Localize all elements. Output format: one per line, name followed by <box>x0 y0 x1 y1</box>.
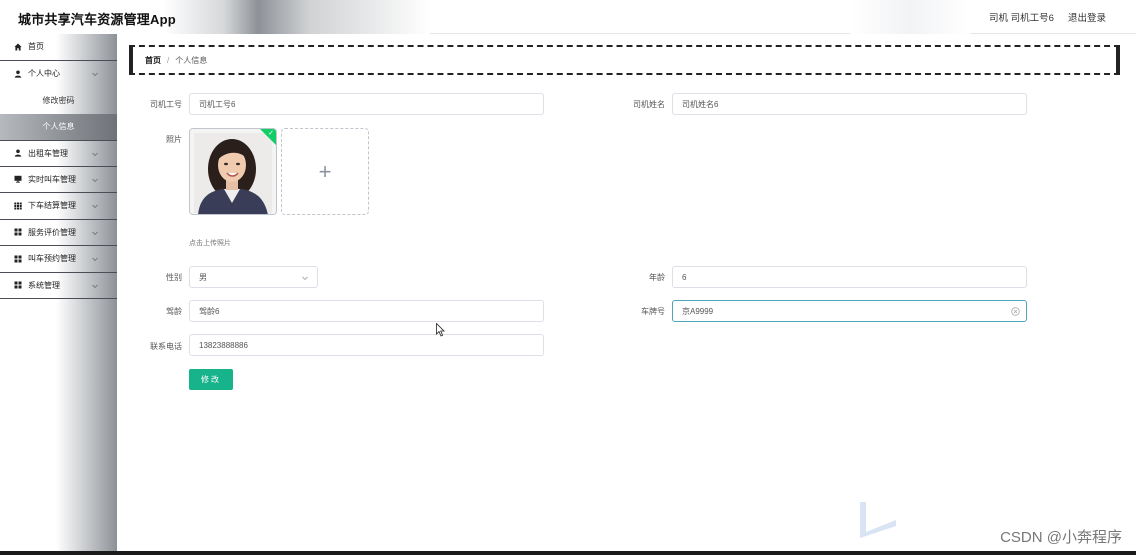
sidebar-item-label: 出租车管理 <box>28 148 68 158</box>
top-header: 城市共享汽车资源管理App 司机 司机工号6 退出登录 <box>0 0 1136 34</box>
check-icon: ✓ <box>268 130 274 137</box>
csdn-watermark: CSDN @小奔程序 <box>1000 529 1122 546</box>
clear-icon[interactable] <box>1011 307 1020 316</box>
header-gradient-right <box>850 0 970 34</box>
upload-tip: 点击上传照片 <box>189 240 231 247</box>
breadcrumb-home[interactable]: 首页 <box>145 55 161 66</box>
chevron-down-icon <box>91 255 99 263</box>
gender-label: 性别 <box>166 273 182 282</box>
sidebar-item-label: 系统管理 <box>28 280 60 290</box>
chevron-down-icon <box>91 70 99 78</box>
age-input[interactable]: 6 <box>672 266 1027 288</box>
sidebar-item-label: 下车结算管理 <box>28 201 76 211</box>
chevron-down-icon <box>91 229 99 237</box>
sidebar-item-personal-center[interactable]: 个人中心 <box>0 61 117 88</box>
gender-select-value: 男 <box>199 272 207 282</box>
sidebar-item-taxi[interactable]: 出租车管理 <box>0 140 117 167</box>
plate-input-value: 京A9999 <box>682 306 714 316</box>
sidebar-item-system[interactable]: 系统管理 <box>0 273 117 299</box>
sidebar-item-booking[interactable]: 叫车预约管理 <box>0 246 117 273</box>
mouse-cursor-icon <box>436 323 445 337</box>
breadcrumb-current: 个人信息 <box>175 55 208 65</box>
sidebar-item-label: 实时叫车管理 <box>28 174 76 184</box>
breadcrumb-separator: / <box>167 55 170 65</box>
sidebar-subitem-change-password[interactable]: 修改密码 <box>0 87 117 114</box>
chevron-down-icon <box>91 282 99 290</box>
edit-button[interactable]: 修改 <box>189 369 233 390</box>
faint-logo-icon <box>860 502 896 538</box>
plate-input[interactable]: 京A9999 <box>672 300 1027 322</box>
driver-name-label: 司机姓名 <box>633 100 665 109</box>
chevron-down-icon <box>91 176 99 184</box>
photo-label: 照片 <box>166 135 182 144</box>
user-info: 司机 司机工号6 <box>989 13 1054 24</box>
age-label: 年龄 <box>649 273 665 282</box>
grid-icon <box>14 228 22 236</box>
driving-years-input[interactable]: 驾龄6 <box>189 300 544 322</box>
sidebar-menu: 首页 个人中心 修改密码 个人信息 出租车管理 实时叫车管理 下车结算管理 服务… <box>0 34 117 552</box>
chevron-down-icon <box>91 202 99 210</box>
breadcrumb: 首页 / 个人信息 <box>129 45 1120 75</box>
plate-label: 车牌号 <box>641 307 665 316</box>
phone-label: 联系电话 <box>150 342 182 351</box>
monitor-icon <box>14 175 22 183</box>
bottom-border <box>0 551 1136 555</box>
header-user-area: 司机 司机工号6 退出登录 <box>989 10 1106 24</box>
upload-photo-button[interactable]: + <box>281 128 369 215</box>
sidebar-item-home[interactable]: 首页 <box>0 34 117 61</box>
home-icon <box>14 43 22 51</box>
chevron-down-icon <box>91 150 99 158</box>
driver-name-input[interactable]: 司机姓名6 <box>672 93 1027 115</box>
sidebar-item-settlement[interactable]: 下车结算管理 <box>0 193 117 220</box>
sidebar-item-label: 叫车预约管理 <box>28 254 76 264</box>
uploaded-photo[interactable]: ✓ <box>189 128 277 215</box>
chevron-down-icon <box>301 274 309 282</box>
sidebar-item-realtime-call[interactable]: 实时叫车管理 <box>0 167 117 193</box>
driver-id-input[interactable]: 司机工号6 <box>189 93 544 115</box>
sidebar-item-label: 首页 <box>28 42 44 52</box>
sidebar-item-service-review[interactable]: 服务评价管理 <box>0 220 117 246</box>
grid-icon <box>14 202 22 210</box>
user-icon <box>14 70 22 78</box>
phone-input[interactable]: 13823888886 <box>189 334 544 356</box>
grid-icon <box>14 281 22 289</box>
driving-years-label: 驾龄 <box>166 307 182 316</box>
driver-id-label: 司机工号 <box>150 100 182 109</box>
sidebar-item-label: 服务评价管理 <box>28 227 76 237</box>
gender-select[interactable]: 男 <box>189 266 318 288</box>
app-title: 城市共享汽车资源管理App <box>18 12 176 27</box>
grid-icon <box>14 255 22 263</box>
user-icon <box>14 149 22 157</box>
sidebar-item-label: 个人中心 <box>28 69 60 79</box>
logout-link[interactable]: 退出登录 <box>1068 10 1106 24</box>
sidebar-subitem-personal-info[interactable]: 个人信息 <box>0 113 117 140</box>
